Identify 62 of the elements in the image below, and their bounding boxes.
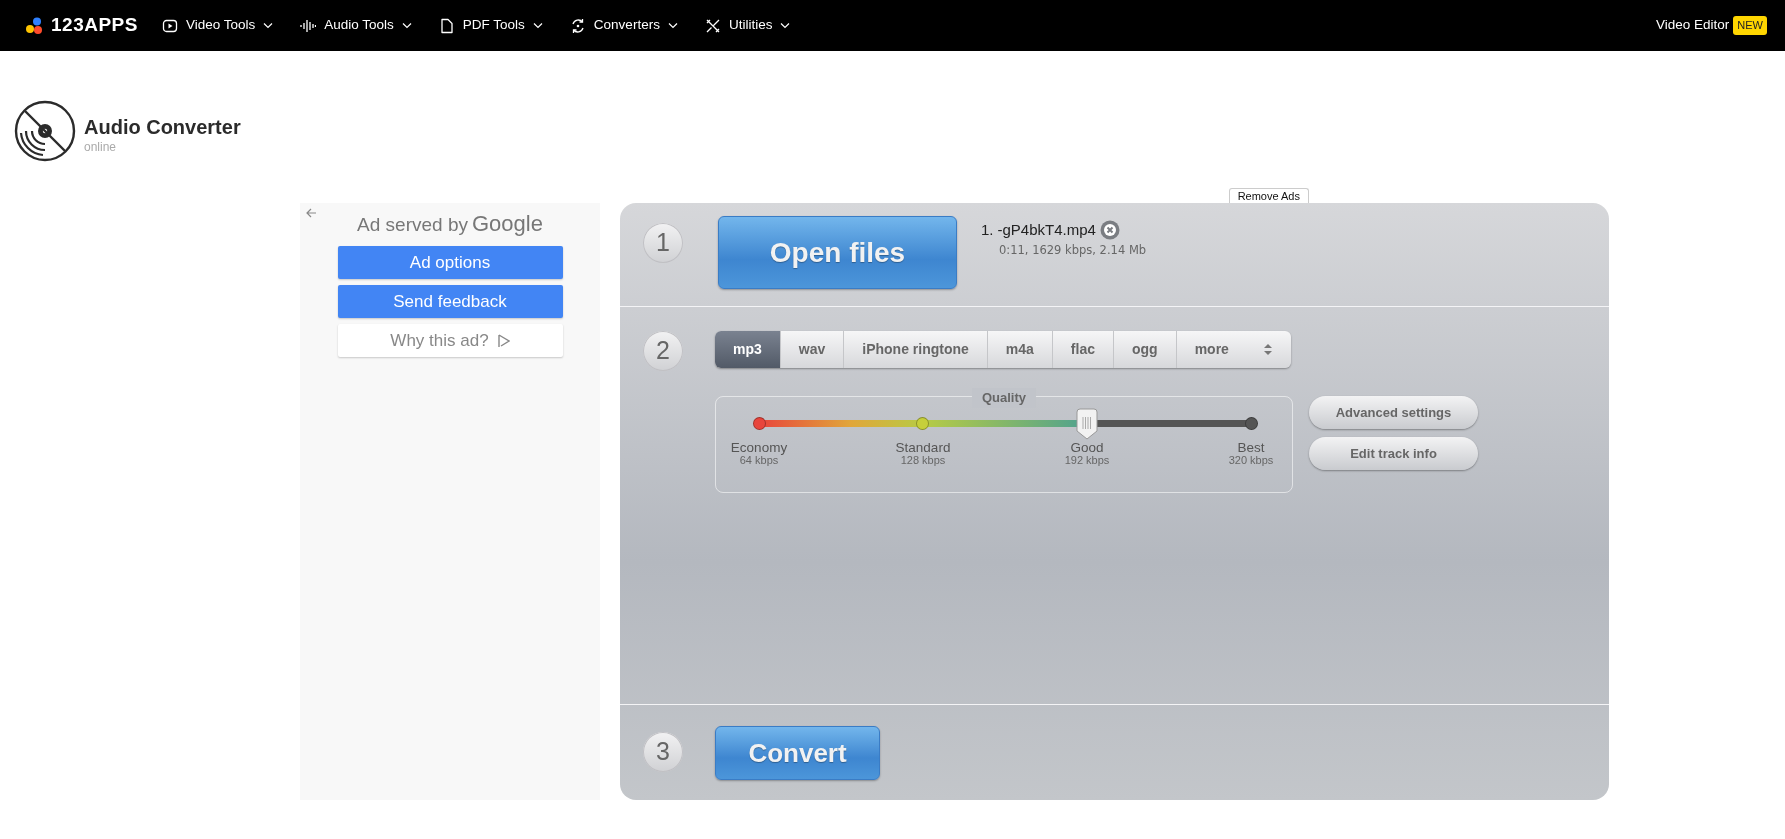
site-logo[interactable]: 123APPS (51, 11, 138, 40)
brand-text: Google (471, 210, 543, 238)
nav-menu[interactable]: PDF Tools (438, 15, 543, 36)
back-arrow-icon[interactable] (305, 207, 317, 219)
slider-thumb[interactable] (1075, 408, 1100, 440)
quality-label: Quality (971, 388, 1037, 408)
sound-wave-icon (300, 17, 317, 34)
app-title: Audio Converter (84, 116, 241, 138)
ad-button[interactable]: Send feedback (337, 285, 563, 318)
crossed-tools-icon (704, 17, 721, 34)
format-tab[interactable]: iPhone ringtone (844, 331, 988, 368)
app-subtitle: online (84, 139, 118, 156)
step-number: 3 (643, 732, 683, 772)
video-editor-link[interactable]: Video Editor (1656, 15, 1730, 36)
nav-menu[interactable]: Converters (569, 15, 678, 36)
nav-menu[interactable]: Video Tools (161, 15, 274, 36)
chevron-down-icon (263, 22, 274, 29)
step-number: 1 (643, 223, 683, 263)
logo-dots-icon[interactable] (25, 16, 43, 35)
chevron-down-icon (780, 22, 791, 29)
format-tab[interactable]: m4a (987, 331, 1053, 368)
nav-menu[interactable]: Utilities (704, 15, 791, 36)
quality-stop-name: Standard (894, 441, 952, 456)
document-icon (438, 17, 455, 34)
quality-stop-bitrate: 320 kbps (1227, 455, 1275, 467)
file-index: 1. (981, 220, 994, 240)
spinner-arrows-icon (1263, 343, 1273, 356)
quality-stop-name: Best (1236, 441, 1266, 456)
settings-button[interactable]: Advanced settings (1309, 396, 1478, 429)
quality-stop-bitrate: 192 kbps (1063, 455, 1111, 467)
quality-stop-bitrate: 64 kbps (739, 455, 779, 467)
ad-button[interactable]: Why this ad? (337, 324, 563, 357)
format-tab[interactable]: flac (1052, 331, 1114, 368)
format-tab[interactable]: wav (780, 331, 845, 368)
quality-stop-name: Economy (729, 441, 789, 456)
format-tab[interactable]: mp3 (715, 331, 781, 368)
file-name: -gP4bkT4.mp4 (997, 220, 1096, 240)
play-outline-icon (496, 333, 510, 348)
slider-stop-dot (1244, 417, 1258, 430)
step-number: 2 (643, 331, 683, 371)
remove-ads-tab[interactable]: Remove Ads (1228, 188, 1309, 203)
settings-button[interactable]: Edit track info (1309, 437, 1478, 470)
format-tab[interactable]: more (1176, 331, 1291, 368)
quality-stop-name: Good (1069, 441, 1105, 456)
play-icon (161, 17, 178, 34)
format-tab[interactable]: ogg (1114, 331, 1177, 368)
chevron-down-icon (667, 22, 678, 29)
crossed-disc-logo-icon (14, 100, 76, 162)
new-badge: NEW (1733, 16, 1767, 35)
quality-stop-bitrate: 128 kbps (899, 455, 947, 467)
open-files-button[interactable]: Open files (718, 216, 957, 289)
chevron-down-icon (532, 22, 543, 29)
remove-file-icon[interactable] (1099, 220, 1120, 241)
ad-button[interactable]: Ad options (337, 246, 563, 279)
slider-stop-dot (916, 417, 930, 430)
convert-button[interactable]: Convert (715, 726, 880, 780)
ad-served-text: Ad served by (357, 213, 468, 237)
chevron-down-icon (401, 22, 412, 29)
slider-stop-dot (752, 417, 766, 430)
circular-arrows-icon (569, 17, 586, 34)
nav-menu[interactable]: Audio Tools (300, 15, 412, 36)
file-info: 0:11, 1629 kbps, 2.14 Mb (999, 241, 1147, 259)
